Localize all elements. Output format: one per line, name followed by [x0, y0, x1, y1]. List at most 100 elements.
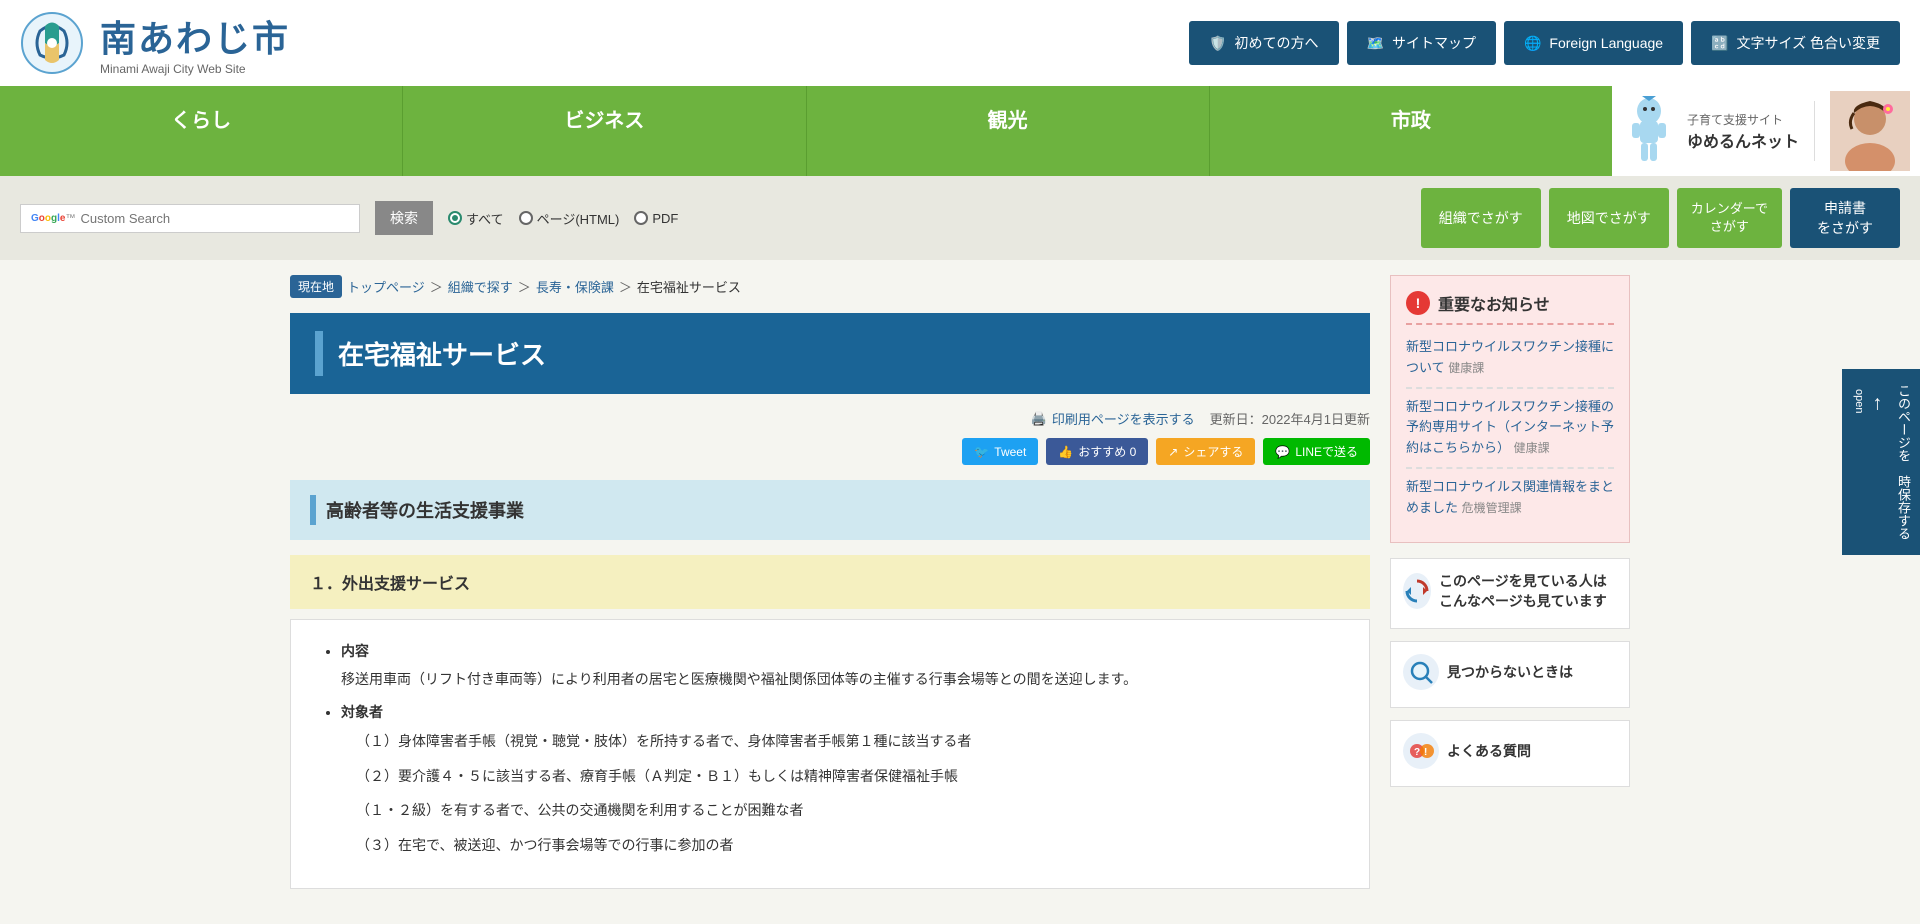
breadcrumb: 現在地 トップページ ＞ 組織で探す ＞ 長寿・保険課 ＞ 在宅福祉サービス	[290, 275, 1370, 298]
print-label: 印刷用ページを表示する	[1052, 409, 1195, 428]
faq-icon: ? !	[1403, 733, 1439, 769]
nav-item-shisei[interactable]: 市政	[1210, 86, 1612, 176]
main-container: 現在地 トップページ ＞ 組織で探す ＞ 長寿・保険課 ＞ 在宅福祉サービス 在…	[0, 260, 1920, 904]
foreign-language-button[interactable]: 🌐 Foreign Language	[1504, 21, 1683, 65]
cant-find-title: 見つからないときは	[1403, 654, 1617, 690]
target-item-3: （１・２級）を有する者で、公共の交通機関を利用することが困難な者	[356, 797, 1344, 824]
facebook-button[interactable]: 👍 おすすめ 0	[1046, 438, 1148, 465]
line-icon: 💬	[1275, 445, 1290, 459]
section-accent	[310, 495, 316, 525]
list-item-target: 対象者 （１）身体障害者手帳（視覚・聴覚・肢体）を所持する者で、身体障害者手帳第…	[341, 701, 1344, 859]
sidebar-cant-find[interactable]: 見つからないときは	[1390, 641, 1630, 708]
nav-banner[interactable]: 子育て支援サイト ゆめるんネット	[1612, 86, 1920, 176]
tweet-button[interactable]: 🐦 Tweet	[962, 438, 1038, 465]
nav-item-kurashi[interactable]: くらし	[0, 86, 403, 176]
link2-dept: 健康課	[1514, 441, 1550, 455]
header-buttons: 🛡️ 初めての方へ 🗺️ サイトマップ 🌐 Foreign Language 🔡…	[1189, 21, 1900, 65]
search-form-button[interactable]: 申請書をさがす	[1790, 188, 1900, 248]
item2-label: 対象者	[341, 701, 1344, 723]
breadcrumb-sep3: ＞	[619, 277, 632, 296]
breadcrumb-top[interactable]: トップページ	[347, 277, 425, 296]
nav-green: くらし ビジネス 観光 市政	[0, 86, 1612, 176]
site-title: 南あわじ市	[100, 10, 290, 62]
nav-item-business[interactable]: ビジネス	[403, 86, 806, 176]
important-title-label: 重要なお知らせ	[1438, 291, 1550, 315]
banner-text-area: 子育て支援サイト ゆめるんネット	[1687, 111, 1799, 152]
breadcrumb-sep1: ＞	[430, 277, 443, 296]
radio-pdf-circle	[634, 211, 648, 225]
facebook-icon: 👍	[1058, 445, 1073, 459]
search-button[interactable]: 検索	[375, 201, 433, 235]
refresh-icon	[1403, 573, 1431, 609]
print-link[interactable]: 🖨️ 印刷用ページを表示する	[1031, 409, 1195, 428]
sitemap-button[interactable]: 🗺️ サイトマップ	[1347, 21, 1496, 65]
section1-title: 高齢者等の生活支援事業	[326, 497, 524, 523]
radio-pdf-label: PDF	[652, 211, 678, 226]
open-label: open	[1850, 389, 1865, 540]
also-viewed-label: このページを見ている人はこんなページも見ています	[1439, 571, 1617, 611]
right-edge-tab[interactable]: このページを 時保存する ← open	[1842, 369, 1920, 555]
search-input[interactable]	[80, 211, 300, 226]
first-time-button[interactable]: 🛡️ 初めての方へ	[1189, 21, 1338, 65]
faq-label: よくある質問	[1447, 741, 1531, 761]
radio-pdf[interactable]: PDF	[634, 211, 678, 226]
cant-find-label: 見つからないときは	[1447, 662, 1573, 682]
link1-text: 新型コロナウイルスワクチン接種について	[1406, 339, 1614, 375]
sidebar-important: ! 重要なお知らせ 新型コロナウイルスワクチン接種について 健康課 新型コロナウ…	[1390, 275, 1630, 543]
search-input-wrap: Google™	[20, 204, 360, 233]
link2-text: 新型コロナウイルスワクチン接種の予約専用サイト（インターネット予約はこちらから）	[1406, 399, 1614, 456]
sidebar-link-2[interactable]: 新型コロナウイルスワクチン接種の予約専用サイト（インターネット予約はこちらから）…	[1406, 397, 1614, 459]
target-item-2: （２）要介護４・５に該当する者、療育手帳（Ａ判定・Ｂ１）もしくは精神障害者保健福…	[356, 763, 1344, 790]
globe-icon: 🌐	[1524, 35, 1541, 52]
foreign-label: Foreign Language	[1549, 35, 1663, 51]
sidebar-link-3[interactable]: 新型コロナウイルス関連情報をまとめました 危機管理課	[1406, 477, 1614, 519]
mascot-icon	[1622, 96, 1677, 166]
sitemap-icon: 🗺️	[1367, 35, 1384, 52]
font-size-button[interactable]: 🔡 文字サイズ 色合い変更	[1691, 21, 1900, 65]
separator2	[1406, 467, 1614, 469]
share-button[interactable]: ↗ シェアする	[1156, 438, 1255, 465]
search-org-button[interactable]: 組織でさがす	[1421, 188, 1541, 248]
banner-label: 子育て支援サイト	[1687, 111, 1799, 128]
printer-icon: 🖨️	[1031, 411, 1047, 427]
radio-all-circle	[448, 211, 462, 225]
subsection1-header: １．外出支援サービス	[290, 555, 1370, 609]
sidebar-important-title: ! 重要なお知らせ	[1406, 291, 1614, 325]
search-calendar-button[interactable]: カレンダーでさがす	[1677, 188, 1782, 248]
list-item-content: 内容 移送用車両（リフト付き車両等）により利用者の居宅と医療機関や福祉関係団体等…	[341, 640, 1344, 693]
sitemap-label: サイトマップ	[1392, 33, 1476, 53]
svg-text:!: !	[1424, 747, 1427, 758]
nav-item-kanko[interactable]: 観光	[807, 86, 1210, 176]
search-right-buttons: 組織でさがす 地図でさがす カレンダーでさがす 申請書をさがす	[1421, 188, 1900, 248]
sidebar: ! 重要なお知らせ 新型コロナウイルスワクチン接種について 健康課 新型コロナウ…	[1390, 275, 1630, 889]
sidebar-faq[interactable]: ? ! よくある質問	[1390, 720, 1630, 787]
radio-all[interactable]: すべて	[448, 209, 504, 228]
breadcrumb-org[interactable]: 組織で探す	[448, 277, 513, 296]
right-tab-label: このページを 時保存する	[1896, 384, 1911, 540]
radio-html[interactable]: ページ(HTML)	[519, 209, 620, 228]
title-accent	[315, 331, 323, 376]
also-viewed-title: このページを見ている人はこんなページも見ています	[1403, 571, 1617, 611]
content-box: 内容 移送用車両（リフト付き車両等）により利用者の居宅と医療機関や福祉関係団体等…	[290, 619, 1370, 889]
sidebar-link-1[interactable]: 新型コロナウイルスワクチン接種について 健康課	[1406, 337, 1614, 379]
item1-text: 移送用車両（リフト付き車両等）により利用者の居宅と医療機関や福祉関係団体等の主催…	[341, 667, 1344, 692]
google-label: Google™	[31, 213, 75, 224]
radio-html-label: ページ(HTML)	[537, 209, 620, 228]
font-label: 文字サイズ 色合い変更	[1737, 34, 1880, 52]
line-button[interactable]: 💬 LINEで送る	[1263, 438, 1370, 465]
radio-all-label: すべて	[466, 209, 504, 228]
separator1	[1406, 387, 1614, 389]
svg-text:?: ?	[1414, 747, 1420, 758]
tweet-label: Tweet	[994, 445, 1026, 459]
search-map-button[interactable]: 地図でさがす	[1549, 188, 1669, 248]
nav-bar: くらし ビジネス 観光 市政 子育て支援サイト ゆめるんネット	[0, 86, 1920, 176]
sidebar-also-viewed: このページを見ている人はこんなページも見ています	[1390, 558, 1630, 629]
breadcrumb-dept[interactable]: 長寿・保険課	[536, 277, 614, 296]
update-label: 更新日：2022年4月1日更新	[1210, 409, 1370, 428]
meta-bar: 🖨️ 印刷用ページを表示する 更新日：2022年4月1日更新	[290, 409, 1370, 428]
share-label: シェアする	[1183, 443, 1243, 460]
banner-separator	[1814, 101, 1815, 161]
radio-html-circle	[519, 211, 533, 225]
page-title-bar: 在宅福祉サービス	[290, 313, 1370, 394]
breadcrumb-last: 在宅福祉サービス	[637, 277, 741, 296]
